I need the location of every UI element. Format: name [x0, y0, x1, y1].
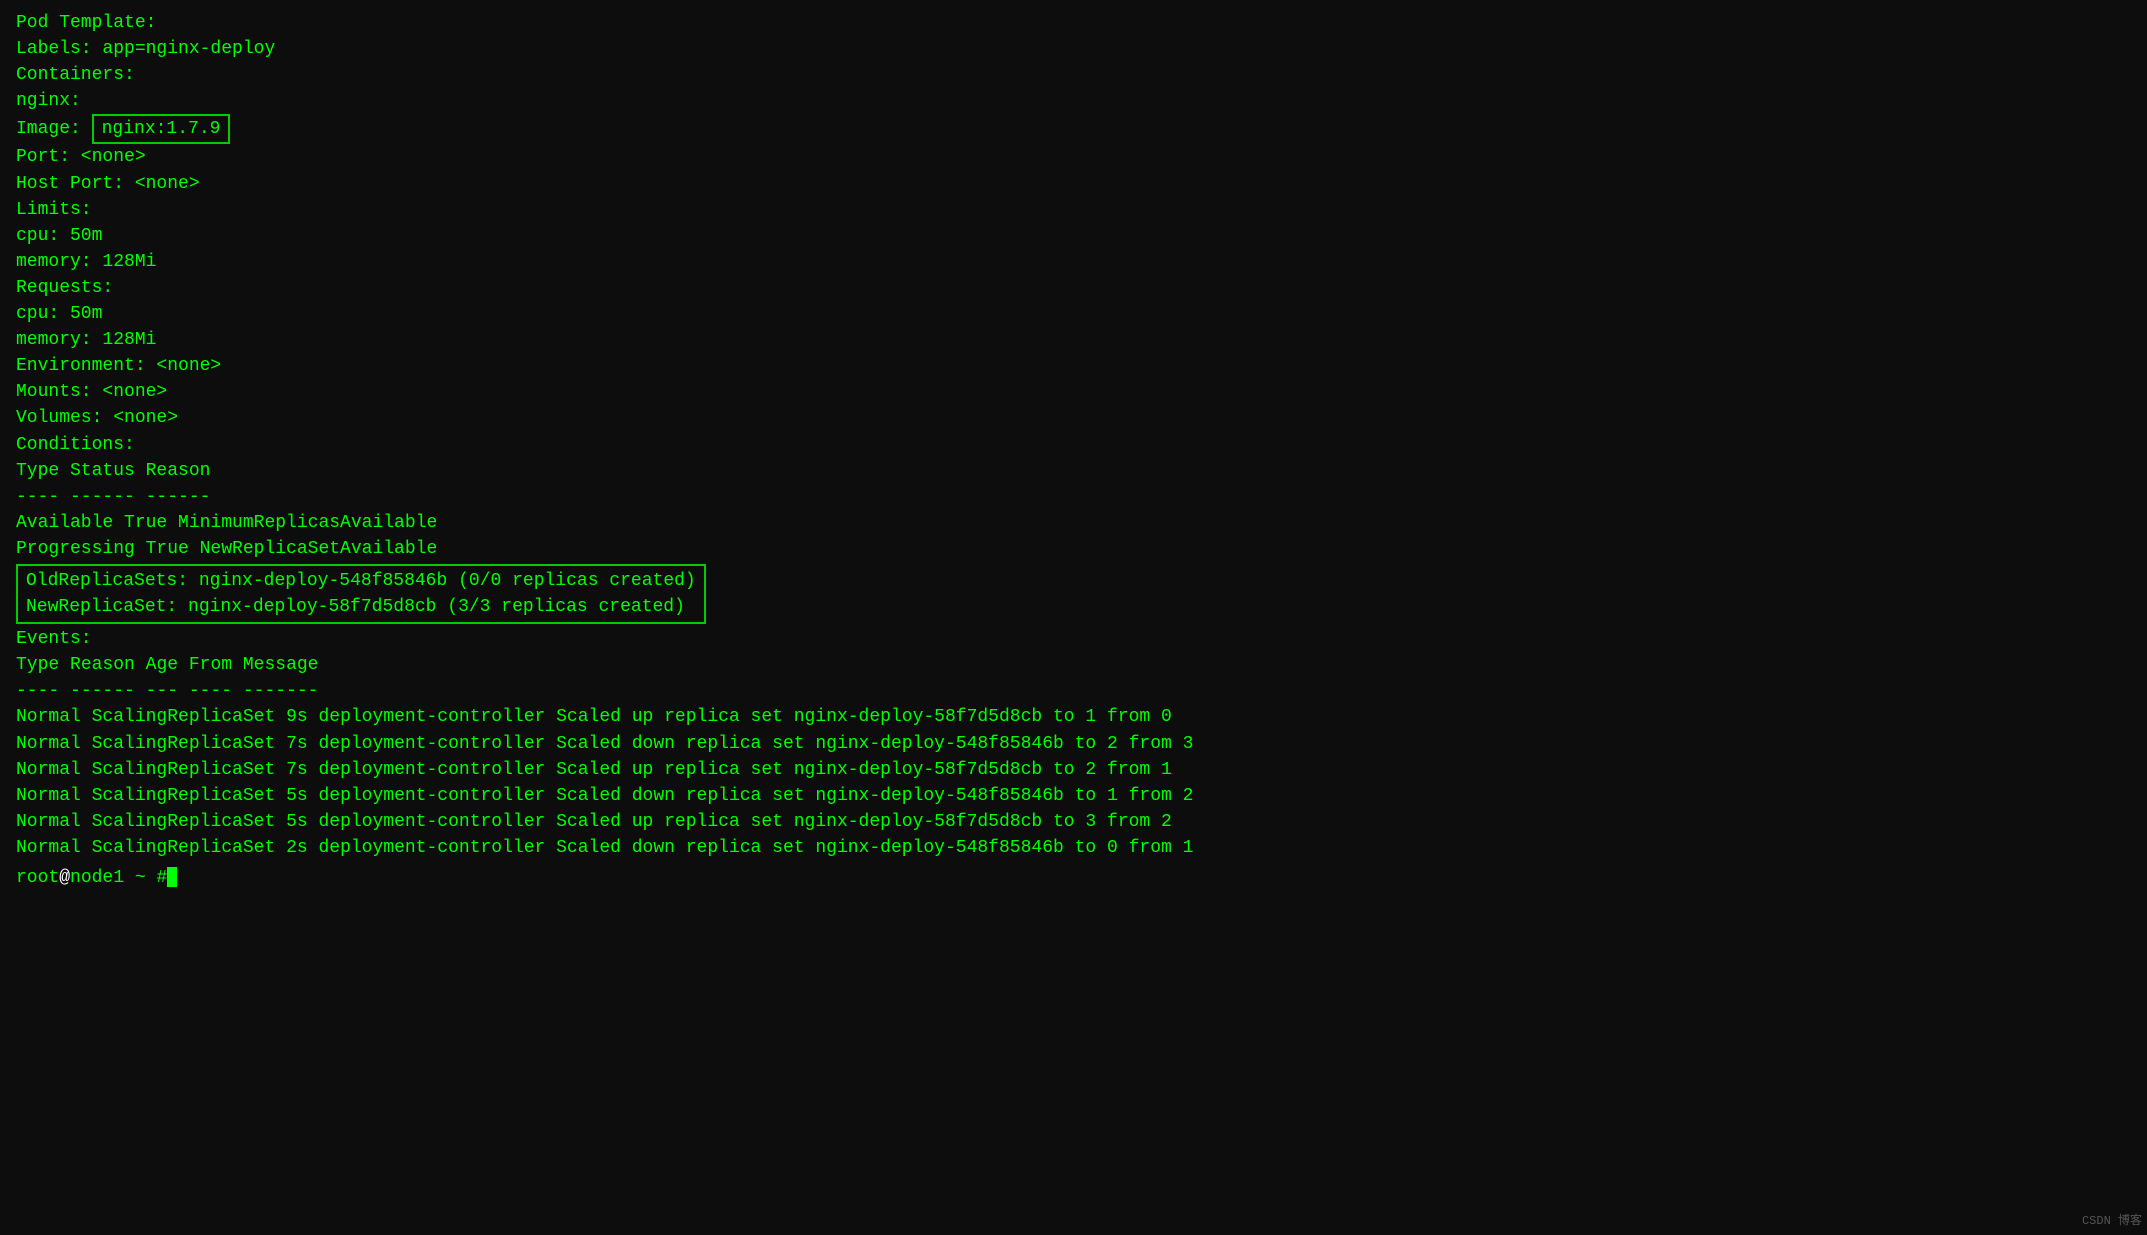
- events-type-header: Type: [16, 655, 70, 675]
- prompt-space: [124, 868, 135, 888]
- old-replica-sets-value: nginx-deploy-548f85846b (0/0 replicas cr…: [199, 571, 696, 591]
- events-divider: ---- ------ --- ---- -------: [16, 681, 319, 701]
- containers-line: Containers:: [16, 65, 135, 85]
- memory-request: memory: 128Mi: [16, 330, 156, 350]
- event-reason-4: ScalingReplicaSet: [92, 812, 286, 832]
- event-from-0: deployment-controller: [318, 707, 556, 727]
- event-row-3: Normal ScalingReplicaSet 5s deployment-c…: [16, 786, 1193, 806]
- watermark: CSDN 博客: [2082, 1213, 2142, 1230]
- events-header: Type Reason Age From Message: [16, 655, 319, 675]
- events-from-header: From: [189, 655, 243, 675]
- event-reason-2: ScalingReplicaSet: [92, 760, 286, 780]
- prompt-user: root: [16, 868, 59, 888]
- prompt-symbol: #: [146, 868, 168, 888]
- pod-template-section: Pod Template: Labels: app=nginx-deploy C…: [16, 10, 2131, 432]
- event-row-0: Normal ScalingReplicaSet 9s deployment-c…: [16, 707, 1172, 727]
- cpu-request: cpu: 50m: [16, 304, 102, 324]
- image-value-box: nginx:1.7.9: [92, 114, 231, 144]
- conditions-progressing: Progressing True NewReplicaSetAvailable: [16, 539, 437, 559]
- environment-line: Environment: <none>: [16, 356, 221, 376]
- event-row-4: Normal ScalingReplicaSet 5s deployment-c…: [16, 812, 1172, 832]
- conditions-available: Available True MinimumReplicasAvailable: [16, 513, 437, 533]
- event-row-5: Normal ScalingReplicaSet 2s deployment-c…: [16, 838, 1193, 858]
- events-message-header: Message: [243, 655, 319, 675]
- event-message-4: Scaled up replica set nginx-deploy-58f7d…: [556, 812, 1172, 832]
- replica-sets-box: OldReplicaSets: nginx-deploy-548f85846b …: [16, 564, 706, 624]
- event-from-1: deployment-controller: [318, 734, 556, 754]
- event-from-4: deployment-controller: [318, 812, 556, 832]
- old-replica-sets-label: OldReplicaSets:: [26, 571, 188, 591]
- event-from-5: deployment-controller: [318, 838, 556, 858]
- conditions-label: Conditions:: [16, 435, 135, 455]
- event-message-3: Scaled down replica set nginx-deploy-548…: [556, 786, 1193, 806]
- events-section: Events: Type Reason Age From Message ---…: [16, 626, 2131, 861]
- event-age-3: 5s: [286, 786, 318, 806]
- event-age-4: 5s: [286, 812, 318, 832]
- event-message-5: Scaled down replica set nginx-deploy-548…: [556, 838, 1193, 858]
- host-port-line: Host Port: <none>: [16, 174, 200, 194]
- event-type-4: Normal: [16, 812, 92, 832]
- prompt-dir: ~: [135, 868, 146, 888]
- image-value: nginx:1.7.9: [102, 119, 221, 139]
- nginx-label: nginx:: [16, 91, 81, 111]
- terminal-window: Pod Template: Labels: app=nginx-deploy C…: [16, 10, 2131, 891]
- event-type-1: Normal: [16, 734, 92, 754]
- event-type-5: Normal: [16, 838, 92, 858]
- labels-line: Labels: app=nginx-deploy: [16, 39, 275, 59]
- event-age-2: 7s: [286, 760, 318, 780]
- events-reason-header: Reason: [70, 655, 146, 675]
- event-row-2: Normal ScalingReplicaSet 7s deployment-c…: [16, 760, 1172, 780]
- prompt-at: @: [59, 868, 70, 888]
- conditions-section: Conditions: Type Status Reason ---- ----…: [16, 432, 2131, 562]
- events-message-div: -------: [243, 681, 319, 701]
- event-reason-3: ScalingReplicaSet: [92, 786, 286, 806]
- event-message-2: Scaled up replica set nginx-deploy-58f7d…: [556, 760, 1172, 780]
- event-row-1: Normal ScalingReplicaSet 7s deployment-c…: [16, 734, 1193, 754]
- event-message-1: Scaled down replica set nginx-deploy-548…: [556, 734, 1193, 754]
- event-reason-1: ScalingReplicaSet: [92, 734, 286, 754]
- events-type-div: ----: [16, 681, 70, 701]
- volumes-line: Volumes: <none>: [16, 408, 178, 428]
- events-reason-div: ------: [70, 681, 146, 701]
- event-from-2: deployment-controller: [318, 760, 556, 780]
- event-type-0: Normal: [16, 707, 92, 727]
- event-reason-0: ScalingReplicaSet: [92, 707, 286, 727]
- pod-template-label: Pod Template:: [16, 13, 156, 33]
- event-from-3: deployment-controller: [318, 786, 556, 806]
- event-age-0: 9s: [286, 707, 318, 727]
- conditions-header: Type Status Reason: [16, 461, 210, 481]
- event-age-1: 7s: [286, 734, 318, 754]
- events-age-div: ---: [146, 681, 189, 701]
- event-message-0: Scaled up replica set nginx-deploy-58f7d…: [556, 707, 1172, 727]
- image-label: Image:: [16, 119, 92, 139]
- conditions-divider: ---- ------ ------: [16, 487, 210, 507]
- memory-limit: memory: 128Mi: [16, 252, 156, 272]
- new-replica-set-label: NewReplicaSet:: [26, 597, 188, 617]
- prompt-cursor: [167, 867, 177, 887]
- requests-line: Requests:: [16, 278, 113, 298]
- prompt-line[interactable]: root@node1 ~ #: [16, 865, 2131, 891]
- limits-line: Limits:: [16, 200, 92, 220]
- new-replica-set-value: nginx-deploy-58f7d5d8cb (3/3 replicas cr…: [188, 597, 685, 617]
- events-from-div: ----: [189, 681, 243, 701]
- event-type-2: Normal: [16, 760, 92, 780]
- events-age-header: Age: [146, 655, 189, 675]
- mounts-line: Mounts: <none>: [16, 382, 167, 402]
- cpu-limit: cpu: 50m: [16, 226, 102, 246]
- events-label: Events:: [16, 629, 92, 649]
- event-reason-5: ScalingReplicaSet: [92, 838, 286, 858]
- event-type-3: Normal: [16, 786, 92, 806]
- prompt-host: node1: [70, 868, 124, 888]
- replica-sets-section: OldReplicaSets: nginx-deploy-548f85846b …: [16, 562, 2131, 626]
- event-age-5: 2s: [286, 838, 318, 858]
- port-line: Port: <none>: [16, 147, 146, 167]
